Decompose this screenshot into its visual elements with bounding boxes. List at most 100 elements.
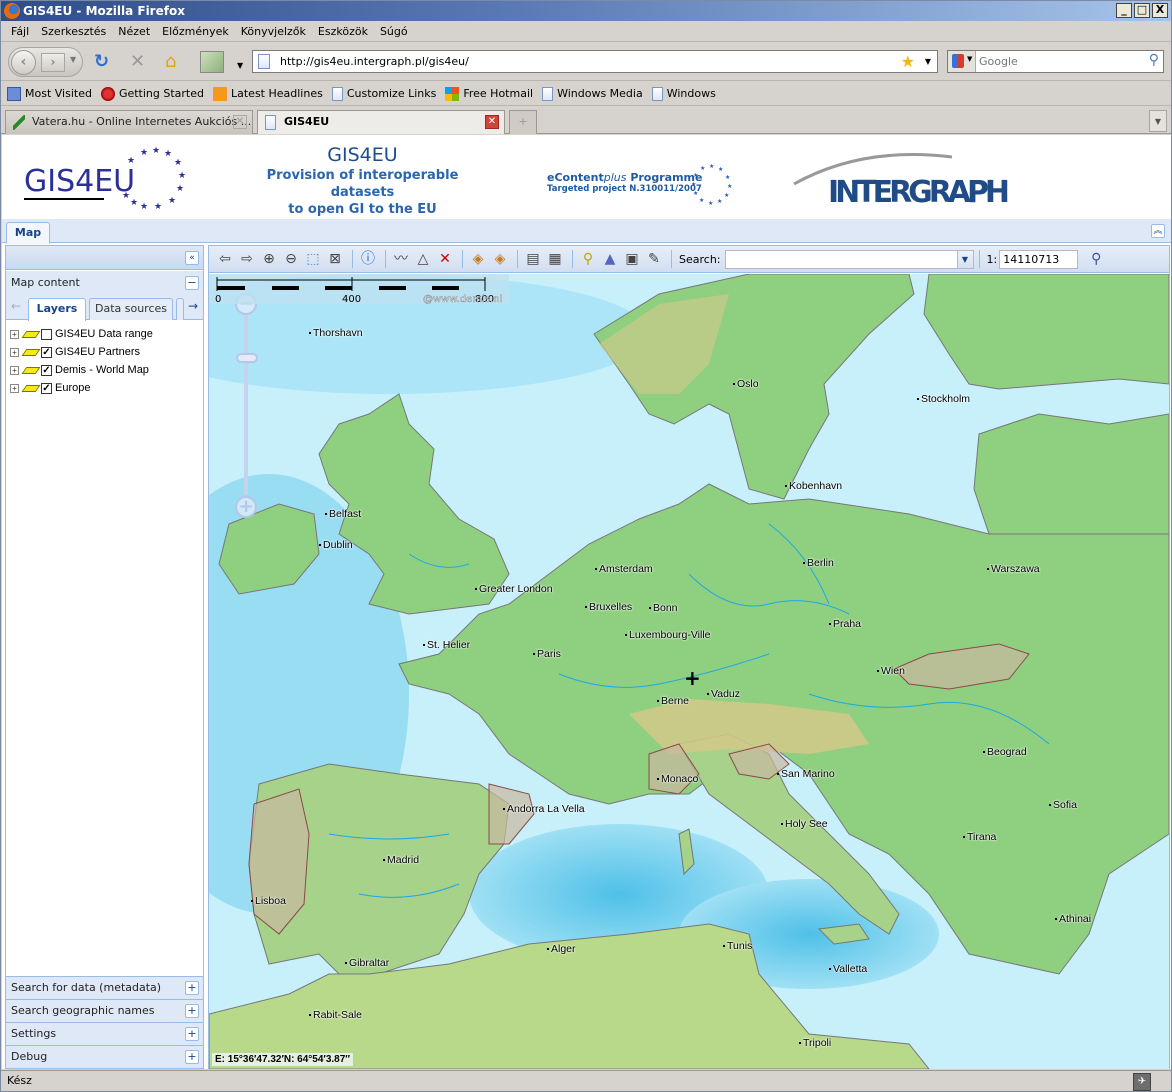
tab-scroll-left-icon[interactable]: ←: [8, 299, 24, 317]
add-layer-style-icon[interactable]: ◈: [490, 249, 510, 269]
minimize-button[interactable]: _: [1116, 3, 1132, 18]
svg-text:★: ★: [140, 202, 148, 212]
home-icon[interactable]: ⌂: [165, 53, 176, 71]
addon-dropdown-icon[interactable]: ▼: [237, 57, 243, 75]
back-button[interactable]: ‹: [11, 50, 36, 75]
expand-button[interactable]: +: [185, 1027, 199, 1041]
save-icon[interactable]: ▣: [622, 249, 642, 269]
layer-checkbox[interactable]: ✓: [41, 382, 52, 394]
menu-view[interactable]: Nézet: [114, 25, 158, 38]
layer-checkbox[interactable]: ✓: [41, 346, 52, 358]
expand-button[interactable]: +: [185, 1050, 199, 1064]
collapse-header-button[interactable]: ︽: [1151, 224, 1165, 238]
expand-button[interactable]: +: [185, 1004, 199, 1018]
tab-data-sources[interactable]: Data sources: [89, 298, 173, 320]
layer-checkbox[interactable]: [41, 328, 52, 340]
chevron-down-icon[interactable]: ▼: [956, 250, 973, 268]
search-label: Search:: [679, 252, 721, 266]
measure-line-icon[interactable]: 〰: [391, 249, 411, 269]
reload-icon[interactable]: ↻: [94, 53, 109, 71]
edit-icon[interactable]: ✎: [644, 249, 664, 269]
accordion-debug[interactable]: Debug +: [6, 1045, 203, 1068]
tab-scroll-right-icon[interactable]: →: [185, 299, 201, 317]
pin-icon[interactable]: ✈: [1133, 1073, 1151, 1091]
layer-checkbox[interactable]: ✓: [41, 364, 52, 376]
forward-button[interactable]: ›: [41, 53, 65, 72]
crosshair-cursor: +: [684, 666, 701, 690]
accordion-search-geonames[interactable]: Search geographic names +: [6, 999, 203, 1022]
measure-area-icon[interactable]: △: [413, 249, 433, 269]
tab-vatera[interactable]: Vatera.hu - Online Internetes Aukciós ..…: [5, 110, 253, 134]
bookmark-free-hotmail[interactable]: Free Hotmail: [445, 86, 533, 101]
collapse-panel-button[interactable]: «: [185, 251, 199, 265]
city-label: Valletta: [829, 963, 867, 975]
tab-gis4eu[interactable]: GIS4EU ✕: [257, 110, 505, 134]
google-engine-icon[interactable]: ▼: [948, 51, 976, 72]
find-icon[interactable]: ⚲: [578, 249, 598, 269]
zoom-in-icon[interactable]: ⊕: [259, 249, 279, 269]
forward-icon[interactable]: ⇨: [237, 249, 257, 269]
tab-map[interactable]: Map: [6, 222, 50, 244]
layer-style-icon[interactable]: ◈: [468, 249, 488, 269]
expand-icon[interactable]: +: [10, 347, 19, 357]
zoom-in-button[interactable]: +: [235, 496, 257, 518]
zoom-slider-thumb[interactable]: [236, 353, 258, 363]
search-icon[interactable]: ⚲: [1149, 52, 1159, 68]
zoom-slider-track[interactable]: [244, 313, 248, 495]
scale-input[interactable]: [999, 249, 1079, 269]
map-addon-icon[interactable]: [200, 51, 224, 73]
menu-bookmarks[interactable]: Könyvjelzők: [237, 25, 314, 38]
tab-layers[interactable]: Layers: [28, 298, 86, 321]
bookmark-getting-started[interactable]: Getting Started: [100, 86, 204, 101]
menu-history[interactable]: Előzmények: [158, 25, 237, 38]
map-content-header: Map content −: [6, 271, 203, 295]
bookmark-windows-media[interactable]: Windows Media: [542, 86, 643, 101]
bookmark-latest-headlines[interactable]: Latest Headlines: [213, 86, 323, 101]
menu-edit[interactable]: Szerkesztés: [37, 25, 114, 38]
tab-hidden[interactable]: [176, 298, 184, 320]
bookmark-most-visited[interactable]: Most Visited: [7, 86, 92, 101]
info-icon[interactable]: ⓘ: [358, 249, 378, 269]
accordion-search-metadata[interactable]: Search for data (metadata) +: [6, 976, 203, 999]
menu-help[interactable]: Súgó: [376, 25, 416, 38]
map-panel: ⇦ ⇨ ⊕ ⊖ ⬚ ⊠ ⓘ 〰 △ ✕ ◈ ◈ ▤ ▦ ⚲ ▲ ▣ ✎ Sear…: [208, 245, 1170, 1069]
history-dropdown-icon[interactable]: ▼: [70, 55, 76, 64]
back-icon[interactable]: ⇦: [215, 249, 235, 269]
map-view[interactable]: ThorshavnOsloStockholmHelsinkiKobenhavnB…: [209, 274, 1169, 1069]
intergraph-logo: INTERGRAPH: [793, 153, 1010, 210]
stop-icon[interactable]: ✕: [130, 53, 145, 71]
close-button[interactable]: X: [1152, 3, 1168, 18]
zoom-extent-icon[interactable]: ⊠: [325, 249, 345, 269]
url-dropdown-icon[interactable]: ▼: [925, 51, 931, 72]
map-toolbar: ⇦ ⇨ ⊕ ⊖ ⬚ ⊠ ⓘ 〰 △ ✕ ◈ ◈ ▤ ▦ ⚲ ▲ ▣ ✎ Sear…: [209, 246, 1169, 273]
menu-file[interactable]: Fájl: [7, 25, 37, 38]
bookmark-customize-links[interactable]: Customize Links: [331, 86, 436, 101]
3d-icon[interactable]: ▲: [600, 249, 620, 269]
expand-icon[interactable]: +: [10, 383, 19, 393]
zoom-to-scale-icon[interactable]: ⚲: [1086, 249, 1106, 269]
bookmark-windows[interactable]: Windows: [651, 86, 716, 101]
bookmark-star-icon[interactable]: ★: [901, 51, 915, 72]
clear-measure-icon[interactable]: ✕: [435, 249, 455, 269]
zoom-out-icon[interactable]: ⊖: [281, 249, 301, 269]
maximize-button[interactable]: □: [1134, 3, 1150, 18]
expand-button[interactable]: +: [185, 981, 199, 995]
city-label: Gibraltar: [345, 957, 389, 969]
url-bar[interactable]: http://gis4eu.intergraph.pl/gis4eu/ ★ ▼: [252, 50, 938, 73]
tab-close-button[interactable]: ✕: [233, 115, 247, 129]
add-wms-icon[interactable]: ▤: [523, 249, 543, 269]
menu-tools[interactable]: Eszközök: [314, 25, 376, 38]
collapse-map-content-button[interactable]: −: [185, 276, 199, 290]
expand-icon[interactable]: +: [10, 329, 19, 339]
expand-icon[interactable]: +: [10, 365, 19, 375]
tab-list-button[interactable]: ▼: [1149, 110, 1167, 132]
map-search-input[interactable]: [725, 250, 956, 268]
land-finland: [923, 274, 1169, 390]
search-input[interactable]: [979, 53, 1129, 70]
zoom-box-icon[interactable]: ⬚: [303, 249, 323, 269]
accordion-settings[interactable]: Settings +: [6, 1022, 203, 1045]
new-tab-button[interactable]: +: [509, 110, 537, 134]
tab-close-button[interactable]: ✕: [485, 115, 499, 129]
add-feature-icon[interactable]: ▦: [545, 249, 565, 269]
svg-text:★: ★: [725, 174, 730, 181]
